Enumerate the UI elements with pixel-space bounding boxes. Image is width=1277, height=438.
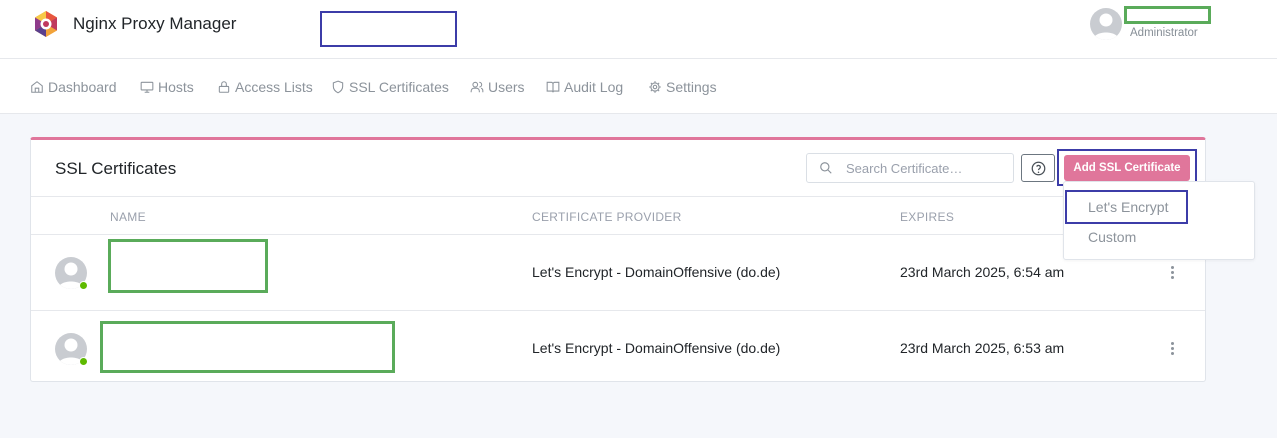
ssl-certificates-card: SSL Certificates Add SSL Certificate NAM… <box>30 137 1206 382</box>
status-online-dot <box>79 281 88 290</box>
lock-icon <box>217 80 231 94</box>
row-actions-menu-icon[interactable] <box>1167 262 1177 282</box>
row-actions-menu-icon[interactable] <box>1167 338 1177 358</box>
domain-name-redaction-box <box>108 239 268 293</box>
top-header: Nginx Proxy Manager Administrator <box>0 0 1277 59</box>
column-header-expires: EXPIRES <box>900 210 955 224</box>
nav-ssl-certificates[interactable]: SSL Certificates <box>331 59 449 114</box>
nav-ssl-certificates-label: SSL Certificates <box>349 78 449 95</box>
nav-access-lists-label: Access Lists <box>235 78 313 95</box>
user-name-redaction-box <box>1124 6 1211 24</box>
home-icon <box>30 80 44 94</box>
nav-settings[interactable]: Settings <box>648 59 717 114</box>
dropdown-item-custom[interactable]: Custom <box>1088 229 1136 245</box>
nav-hosts[interactable]: Hosts <box>140 59 194 114</box>
book-icon <box>546 80 560 94</box>
domain-name-redaction-box <box>100 321 395 373</box>
user-avatar[interactable] <box>1090 8 1122 40</box>
nav-users[interactable]: Users <box>470 59 525 114</box>
table-header: NAME CERTIFICATE PROVIDER EXPIRES <box>31 196 1205 235</box>
card-title: SSL Certificates <box>55 159 177 178</box>
nav-settings-label: Settings <box>666 78 717 95</box>
nav-audit-log-label: Audit Log <box>564 78 624 95</box>
certificate-provider: Let's Encrypt - DomainOffensive (do.de) <box>532 264 781 280</box>
column-header-name: NAME <box>110 210 146 224</box>
nav-access-lists[interactable]: Access Lists <box>217 59 313 114</box>
nav-hosts-label: Hosts <box>158 78 194 95</box>
monitor-icon <box>140 80 154 94</box>
user-avatar-icon <box>1093 13 1119 40</box>
certificate-expires: 23rd March 2025, 6:53 am <box>900 340 1065 356</box>
gear-icon <box>648 80 662 94</box>
dropdown-highlight-annotation <box>1065 190 1188 224</box>
table-row[interactable]: Let's Encrypt - DomainOffensive (do.de) … <box>31 310 1205 385</box>
nav-dashboard-label: Dashboard <box>48 78 117 95</box>
status-online-dot <box>79 357 88 366</box>
table-row[interactable]: Let's Encrypt - DomainOffensive (do.de) … <box>31 235 1205 310</box>
certificate-provider: Let's Encrypt - DomainOffensive (do.de) <box>532 340 781 356</box>
nav-audit-log[interactable]: Audit Log <box>546 59 623 114</box>
column-header-provider: CERTIFICATE PROVIDER <box>532 210 682 224</box>
help-button[interactable] <box>1021 154 1055 182</box>
nginx-proxy-manager-logo-icon <box>35 11 57 37</box>
nav-users-label: Users <box>488 78 525 95</box>
search-field[interactable] <box>806 153 1014 183</box>
user-role: Administrator <box>1130 27 1198 39</box>
brand[interactable]: Nginx Proxy Manager <box>32 10 236 38</box>
nav-dashboard[interactable]: Dashboard <box>30 59 117 114</box>
search-input[interactable] <box>846 160 1006 176</box>
shield-icon <box>331 80 345 94</box>
certificate-expires: 23rd March 2025, 6:54 am <box>900 264 1065 280</box>
help-icon <box>1031 161 1045 175</box>
nav-highlight-annotation <box>320 11 457 47</box>
app-title: Nginx Proxy Manager <box>73 14 237 33</box>
search-icon <box>820 162 832 174</box>
users-icon <box>470 80 484 94</box>
main-nav: Dashboard Hosts Access Lists SSL Certifi… <box>0 59 1277 114</box>
